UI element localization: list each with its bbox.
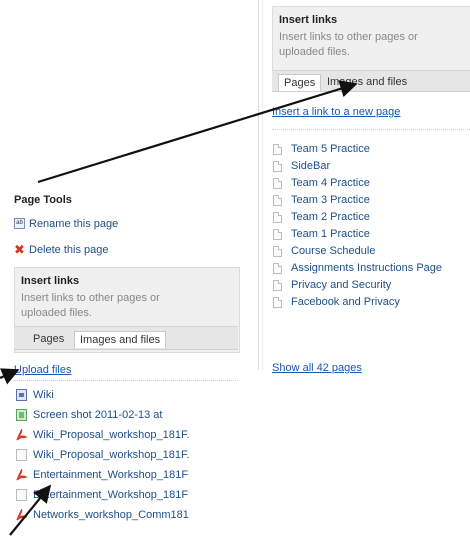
- page-item-label: Team 4 Practice: [291, 177, 370, 189]
- page-item[interactable]: SideBar: [272, 158, 470, 175]
- wiki-icon: [16, 389, 27, 401]
- document-icon: [16, 489, 27, 501]
- upload-files-link[interactable]: Upload files: [14, 364, 71, 376]
- page-icon: [273, 280, 282, 291]
- page-icon: [273, 212, 282, 223]
- panel-divider: [262, 0, 263, 370]
- file-item[interactable]: Wiki_Proposal_workshop_181F.: [14, 425, 238, 445]
- file-item[interactable]: Wiki: [14, 385, 238, 405]
- insert-links-tabs: Pages Images and files: [272, 70, 470, 92]
- image-icon: [16, 409, 27, 421]
- tab-images-and-files[interactable]: Images and files: [322, 74, 412, 91]
- rename-page-button[interactable]: ab Rename this page: [14, 216, 118, 232]
- page-item[interactable]: Team 4 Practice: [272, 175, 470, 192]
- page-item[interactable]: Team 5 Practice: [272, 141, 470, 158]
- page-icon: [273, 144, 282, 155]
- page-list: Team 5 Practice SideBar Team 4 Practice …: [272, 141, 470, 311]
- page-icon: [273, 246, 282, 257]
- insert-new-page-link[interactable]: Insert a link to a new page: [272, 106, 400, 118]
- page-tools-panel: Page Tools ab Rename this page ✖ Delete th…: [0, 194, 240, 550]
- page-icon: [273, 195, 282, 206]
- file-item[interactable]: Entertainment_Workshop_181F: [14, 485, 238, 505]
- page-item-label: Assignments Instructions Page: [291, 262, 443, 274]
- page-item-label: Team 3 Practice: [291, 194, 370, 206]
- page-item[interactable]: Assignments Instructions Page: [272, 260, 470, 277]
- page-item[interactable]: Team 1 Practice: [272, 226, 470, 243]
- page-item[interactable]: Team 2 Practice: [272, 209, 470, 226]
- page-item-label: Privacy and Security: [291, 279, 392, 291]
- page-item[interactable]: Course Schedule: [272, 243, 470, 260]
- delete-x-icon: ✖: [14, 241, 25, 257]
- pdf-icon: [16, 429, 27, 441]
- rename-page-label: Rename this page: [29, 218, 119, 230]
- page-item-label: Facebook and Privacy: [291, 296, 400, 308]
- file-item[interactable]: Wiki_Proposal_workshop_181F.: [14, 445, 238, 465]
- page-icon: [273, 297, 282, 308]
- insert-links-description: Insert links to other pages or uploaded …: [21, 292, 160, 319]
- show-all-pages-link[interactable]: Show all 42 pages: [272, 362, 362, 374]
- pdf-icon: [16, 469, 27, 481]
- rename-icon: ab: [14, 217, 25, 229]
- file-item[interactable]: Networks_workshop_Comm181: [14, 505, 238, 525]
- tab-pages[interactable]: Pages: [28, 331, 69, 348]
- page-item[interactable]: Privacy and Security: [272, 277, 470, 294]
- insert-links-title: Insert links: [21, 275, 80, 287]
- page-icon: [273, 229, 282, 240]
- tab-images-and-files[interactable]: Images and files: [74, 331, 167, 348]
- page-icon: [273, 178, 282, 189]
- page-icon: [273, 161, 282, 172]
- divider: [272, 129, 470, 130]
- file-item-label: Entertainment_Workshop_181F: [33, 489, 189, 501]
- file-list: Wiki Screen shot 2011-02-13 at Wiki_Prop…: [14, 385, 238, 525]
- page-item-label: Team 5 Practice: [291, 143, 370, 155]
- file-item-label: Screen shot 2011-02-13 at: [33, 409, 163, 421]
- document-icon: [16, 449, 27, 461]
- file-item-label: Entertainment_Workshop_181F: [33, 469, 189, 481]
- page-item[interactable]: Team 3 Practice: [272, 192, 470, 209]
- delete-page-button[interactable]: ✖ Delete this page: [14, 241, 109, 258]
- file-item[interactable]: Entertainment_Workshop_181F: [14, 465, 238, 485]
- insert-links-description: Insert links to other pages or uploaded …: [279, 31, 418, 58]
- divider: [14, 380, 238, 381]
- insert-links-panel-pages: Insert links Insert links to other pages…: [258, 0, 470, 374]
- file-item-label: Wiki_Proposal_workshop_181F.: [33, 449, 190, 461]
- pdf-icon: [16, 509, 27, 521]
- file-item-label: Wiki_Proposal_workshop_181F.: [33, 429, 190, 441]
- insert-links-tabs: Pages Images and files: [14, 326, 238, 350]
- panel-divider: [258, 0, 259, 370]
- page-item[interactable]: Facebook and Privacy: [272, 294, 470, 311]
- delete-page-label: Delete this page: [29, 244, 109, 256]
- file-item[interactable]: Screen shot 2011-02-13 at: [14, 405, 238, 425]
- file-item-label: Networks_workshop_Comm181: [33, 509, 189, 521]
- tab-pages[interactable]: Pages: [278, 74, 322, 91]
- page-item-label: Team 1 Practice: [291, 228, 370, 240]
- page-item-label: Team 2 Practice: [291, 211, 370, 223]
- page-item-label: Course Schedule: [291, 245, 376, 257]
- insert-links-title: Insert links: [279, 14, 338, 26]
- page-item-label: SideBar: [291, 160, 331, 172]
- page-icon: [273, 263, 282, 274]
- page-tools-title: Page Tools: [14, 194, 72, 206]
- file-item-label: Wiki: [33, 389, 54, 401]
